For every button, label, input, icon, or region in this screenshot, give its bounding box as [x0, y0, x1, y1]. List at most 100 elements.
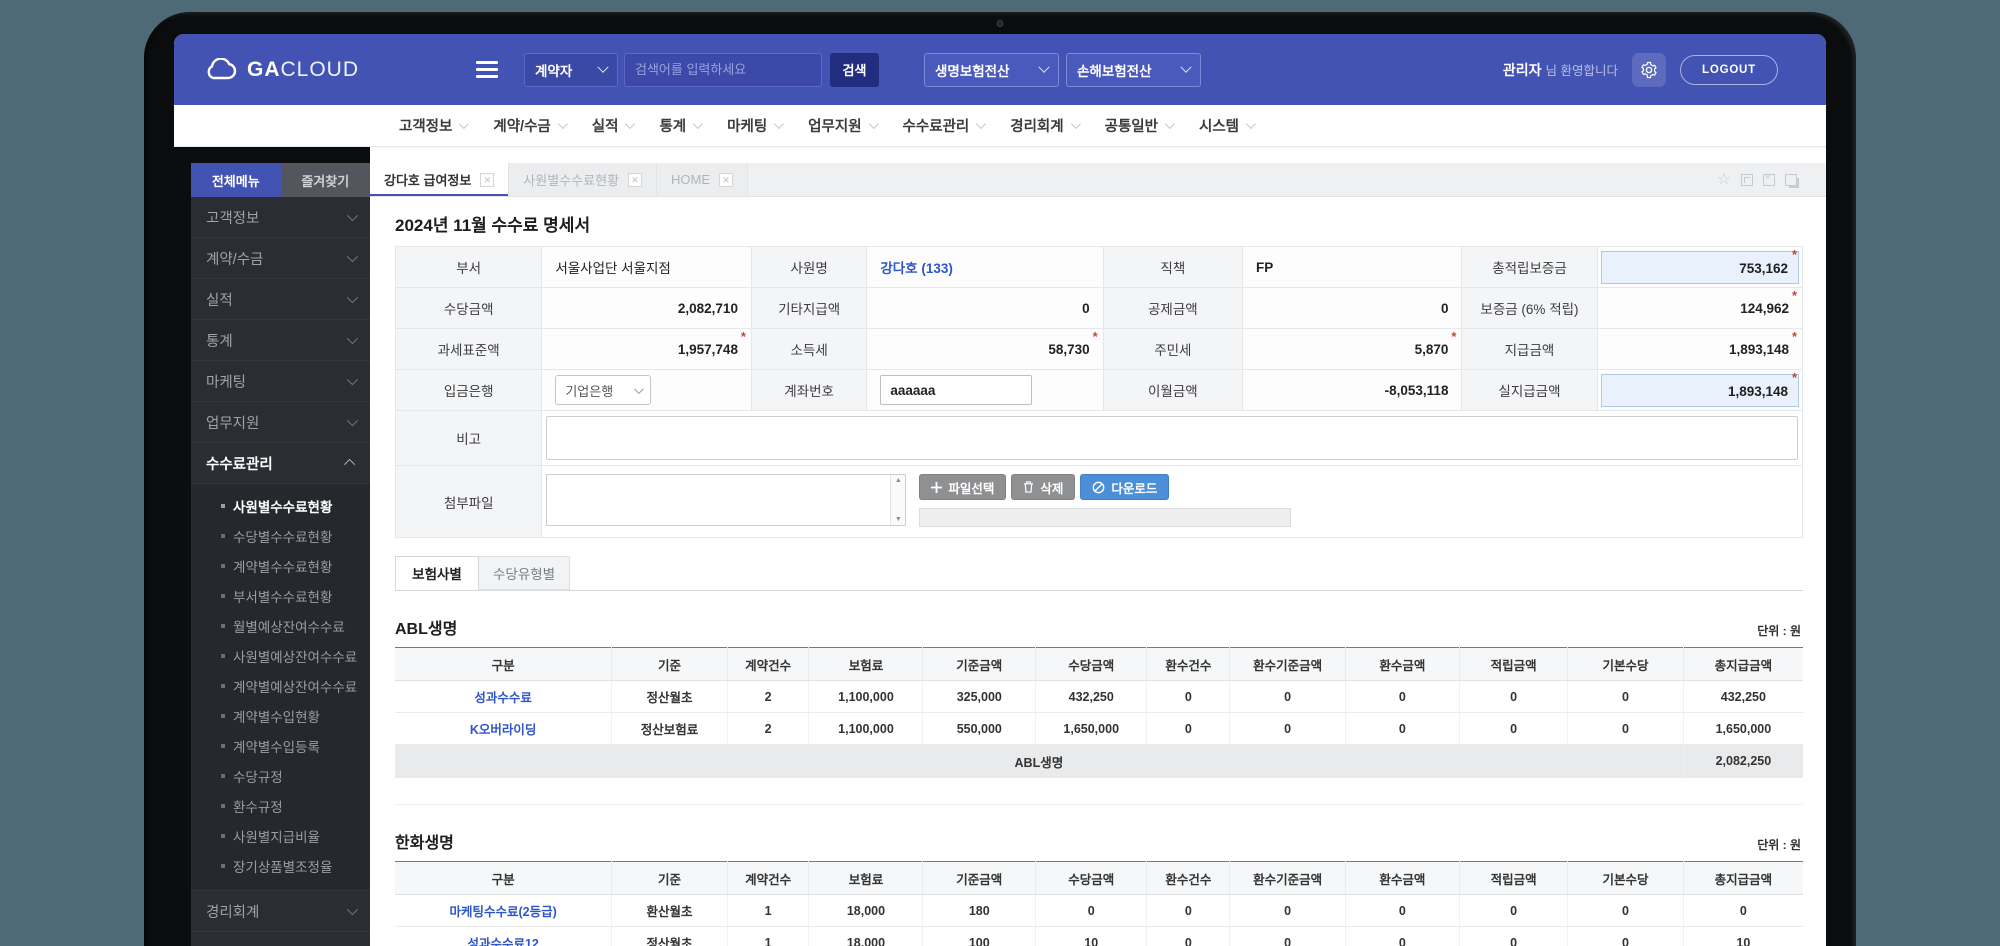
submenu-item-payment-ratio[interactable]: 사원별지급비율	[191, 821, 370, 851]
submenu-item-commission-by-dept[interactable]: 부서별수수료현황	[191, 581, 370, 611]
nav-item-marketing[interactable]: 마케팅	[727, 115, 785, 136]
plus-icon	[931, 481, 943, 493]
chevron-down-icon	[346, 291, 359, 304]
sidebar-item-commission-mgmt[interactable]: 수수료관리	[191, 443, 370, 484]
submenu-item-recovery-rules[interactable]: 환수규정	[191, 791, 370, 821]
nav-item-accounting[interactable]: 경리회계	[1010, 115, 1081, 136]
employee-link[interactable]: 강다호 (133)	[880, 261, 953, 276]
section-abl: ABL생명 단위 : 원 구분 기준 계약건수 보험료 기준금액 수당금액 환수…	[395, 615, 1803, 805]
tile-windows-icon[interactable]	[1741, 173, 1753, 186]
submenu-item-monthly-expected-remaining[interactable]: 월별예상잔여수수료	[191, 611, 370, 641]
nav-item-system[interactable]: 시스템	[1199, 115, 1256, 136]
total-deposit-input[interactable]: 753,162	[1600, 250, 1799, 284]
bank-select[interactable]: 기업은행	[555, 375, 652, 405]
tab-salary-info[interactable]: 강다호 급여정보 ✕	[370, 163, 510, 196]
net-payment-input[interactable]: 1,893,148	[1600, 373, 1799, 407]
commission-type-link[interactable]: K오버라이딩	[470, 723, 537, 737]
view-tabs: 보험사별 수당유형별	[395, 556, 1803, 591]
nav-item-statistics[interactable]: 통계	[659, 115, 704, 136]
submenu-item-employee-expected-remaining[interactable]: 사원별예상잔여수수료	[191, 641, 370, 671]
search-category-value: 계약자	[535, 63, 573, 79]
commission-statement-form: 부서 서울사업단 서울지점 사원명 강다호 (133) 직책 FP 총적립보증금…	[394, 246, 1804, 538]
chevron-down-icon	[1245, 119, 1256, 130]
submenu-item-commission-by-employee[interactable]: 사원별수수료현황	[191, 491, 370, 521]
settings-button[interactable]	[1632, 52, 1666, 87]
sidebar-item-work-support[interactable]: 업무지원	[191, 402, 370, 443]
submenu-item-commission-by-contract[interactable]: 계약별수수료현황	[191, 551, 370, 581]
duplicate-tab-icon[interactable]	[1785, 173, 1797, 186]
commission-type-link[interactable]: 마케팅수수료(2등급)	[450, 905, 557, 919]
sidebar-tab-all-menu[interactable]: 전체메뉴	[191, 163, 281, 197]
file-delete-button[interactable]: 삭제	[1011, 474, 1076, 500]
nav-item-common[interactable]: 공통일반	[1105, 115, 1175, 136]
listbox-scrollbar[interactable]: ▲ ▼	[890, 475, 906, 525]
nav-item-contract-collection[interactable]: 계약/수금	[493, 115, 568, 136]
sidebar-item-marketing[interactable]: 마케팅	[191, 361, 370, 402]
tax-base-label: 과세표준액	[394, 328, 543, 370]
chevron-down-icon	[346, 332, 359, 345]
search-button[interactable]: 검색	[830, 52, 879, 87]
search-input[interactable]	[624, 52, 822, 87]
scroll-down-icon[interactable]: ▼	[895, 516, 902, 523]
sidebar-item-contract-collection[interactable]: 계약/수금	[191, 238, 370, 279]
chevron-down-icon	[976, 119, 987, 130]
total-deposit-label: 총적립보증금	[1461, 246, 1598, 288]
scroll-up-icon[interactable]: ▲	[895, 477, 902, 484]
attachment-list[interactable]: ▲ ▼	[546, 474, 907, 526]
file-select-button[interactable]: 파일선택	[919, 474, 1007, 500]
sidebar-item-performance[interactable]: 실적	[191, 279, 370, 320]
view-tab-by-allowance-type[interactable]: 수당유형별	[479, 556, 571, 590]
page-background: GACLOUD 계약자 검색 생명보험전산 손해보험전산	[0, 0, 2000, 946]
nav-item-commission-mgmt[interactable]: 수수료관리	[903, 115, 987, 136]
nav-item-performance[interactable]: 실적	[592, 115, 636, 136]
sidebar: 전체메뉴 즐겨찾기 고객정보 계약/수금 실적 통계 마케팅 업무지원 수수료관…	[191, 163, 370, 946]
resident-tax-label: 주민세	[1102, 328, 1243, 370]
sidebar-item-statistics[interactable]: 통계	[191, 320, 370, 361]
close-all-tabs-icon[interactable]	[1763, 172, 1775, 186]
section-hanwha: 한화생명 단위 : 원 구분 기준 계약건수 보험료 기준금액 수당금액 환수건…	[395, 829, 1803, 946]
file-download-button[interactable]: 다운로드	[1080, 474, 1170, 500]
logo-text: GACLOUD	[247, 57, 360, 81]
nav-item-customer-info[interactable]: 고객정보	[399, 115, 470, 136]
tab-commission-by-employee[interactable]: 사원별수수료현황 ✕	[509, 163, 658, 196]
tax-base-value: * 1,957,748	[541, 328, 752, 370]
submenu-item-contract-expected-remaining[interactable]: 계약별예상잔여수수료	[191, 671, 370, 701]
submenu-item-income-by-contract[interactable]: 계약별수입현황	[191, 701, 370, 731]
favorite-star-icon[interactable]: ☆	[1717, 171, 1731, 188]
view-tab-by-insurer[interactable]: 보험사별	[395, 556, 479, 590]
table-row: K오버라이딩 정산보험료 2 1,100,000 550,000 1,650,000…	[395, 712, 1803, 745]
commission-type-link[interactable]: 성과수수료	[474, 691, 532, 705]
life-insurance-system-select[interactable]: 생명보험전산	[924, 52, 1059, 87]
dept-label: 부서	[394, 246, 543, 288]
close-tab-icon[interactable]: ✕	[628, 172, 643, 187]
submenu-item-income-register[interactable]: 계약별수입등록	[191, 731, 370, 761]
general-insurance-system-select[interactable]: 손해보험전산	[1066, 52, 1201, 87]
sidebar-tab-favorites[interactable]: 즐겨찾기	[280, 163, 370, 197]
note-textarea[interactable]	[546, 416, 1798, 460]
submenu-item-allowance-rules[interactable]: 수당규정	[191, 761, 370, 791]
submenu-item-commission-by-allowance[interactable]: 수당별수수료현황	[191, 521, 370, 551]
trash-icon	[1024, 481, 1034, 493]
chevron-down-icon	[634, 383, 645, 394]
submenu-item-longterm-adjustment[interactable]: 장기상품별조정율	[191, 851, 370, 881]
carryover-label: 이월금액	[1102, 369, 1243, 411]
sidebar-item-accounting[interactable]: 경리회계	[191, 891, 370, 932]
position-label: 직책	[1102, 246, 1243, 288]
commission-type-link[interactable]: 성과수수료12	[467, 937, 538, 946]
bank-label: 입금은행	[394, 369, 543, 411]
table-total-row: ABL생명 2,082,250	[395, 744, 1803, 778]
nav-item-work-support[interactable]: 업무지원	[808, 115, 879, 136]
account-input[interactable]	[880, 375, 1033, 405]
sidebar-item-customer-info[interactable]: 고객정보	[191, 197, 370, 238]
close-tab-icon[interactable]: ✕	[480, 172, 495, 187]
employee-label: 사원명	[750, 246, 868, 288]
app-logo[interactable]: GACLOUD	[204, 57, 404, 82]
logout-button[interactable]: LOGOUT	[1680, 54, 1778, 85]
close-tab-icon[interactable]: ✕	[719, 172, 734, 187]
hamburger-menu-icon[interactable]	[476, 61, 498, 78]
search-category-select[interactable]: 계약자	[524, 52, 618, 87]
chevron-down-icon	[346, 373, 359, 386]
tab-home[interactable]: HOME ✕	[657, 163, 749, 196]
chevron-down-icon	[625, 119, 636, 130]
allowance-label: 수당금액	[394, 287, 543, 329]
